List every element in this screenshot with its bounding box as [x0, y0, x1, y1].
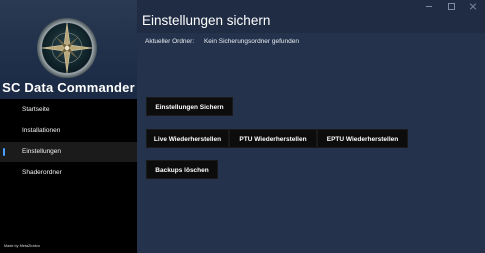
sidebar-nav: Startseite Installationen Einstellungen …: [0, 100, 137, 184]
restore-ptu-button[interactable]: PTU Wiederherstellen: [229, 129, 317, 148]
sidebar-item-startseite[interactable]: Startseite: [0, 100, 137, 120]
active-indicator: [3, 148, 5, 156]
page-title: Einstellungen sichern: [142, 13, 271, 28]
window-controls: [405, 0, 485, 12]
app-window: SC Data Commander Startseite Installatio…: [0, 0, 485, 253]
current-folder-row: Aktueller Ordner: Kein Sicherungsordner …: [145, 38, 299, 45]
sidebar-item-label: Installationen: [22, 127, 61, 134]
sidebar-item-einstellungen[interactable]: Einstellungen: [0, 142, 137, 162]
maximize-icon[interactable]: [441, 0, 461, 12]
sidebar: SC Data Commander Startseite Installatio…: [0, 0, 137, 253]
current-folder-value: Kein Sicherungsordner gefunden: [203, 38, 299, 45]
app-title: SC Data Commander: [2, 80, 135, 95]
close-icon[interactable]: [463, 0, 483, 12]
compass-star-logo: [37, 18, 97, 78]
sidebar-item-label: Shaderordner: [22, 169, 62, 176]
save-settings-button[interactable]: Einstellungen Sichern: [146, 97, 233, 116]
credit-text: Made by MetaZirafon: [4, 244, 40, 248]
restore-eptu-button[interactable]: EPTU Wiederherstellen: [317, 129, 408, 148]
sidebar-header: SC Data Commander: [0, 0, 137, 99]
current-folder-label: Aktueller Ordner:: [145, 38, 195, 45]
sidebar-item-shaderordner[interactable]: Shaderordner: [0, 163, 137, 183]
minimize-icon[interactable]: [419, 0, 439, 12]
delete-backups-button[interactable]: Backups löschen: [146, 160, 218, 179]
sidebar-item-label: Einstellungen: [22, 148, 62, 155]
restore-live-button[interactable]: Live Wiederherstellen: [146, 129, 229, 148]
sidebar-item-label: Startseite: [22, 106, 50, 113]
main-content: Einstellungen sichern Aktueller Ordner: …: [137, 0, 485, 253]
sidebar-item-installationen[interactable]: Installationen: [0, 121, 137, 141]
